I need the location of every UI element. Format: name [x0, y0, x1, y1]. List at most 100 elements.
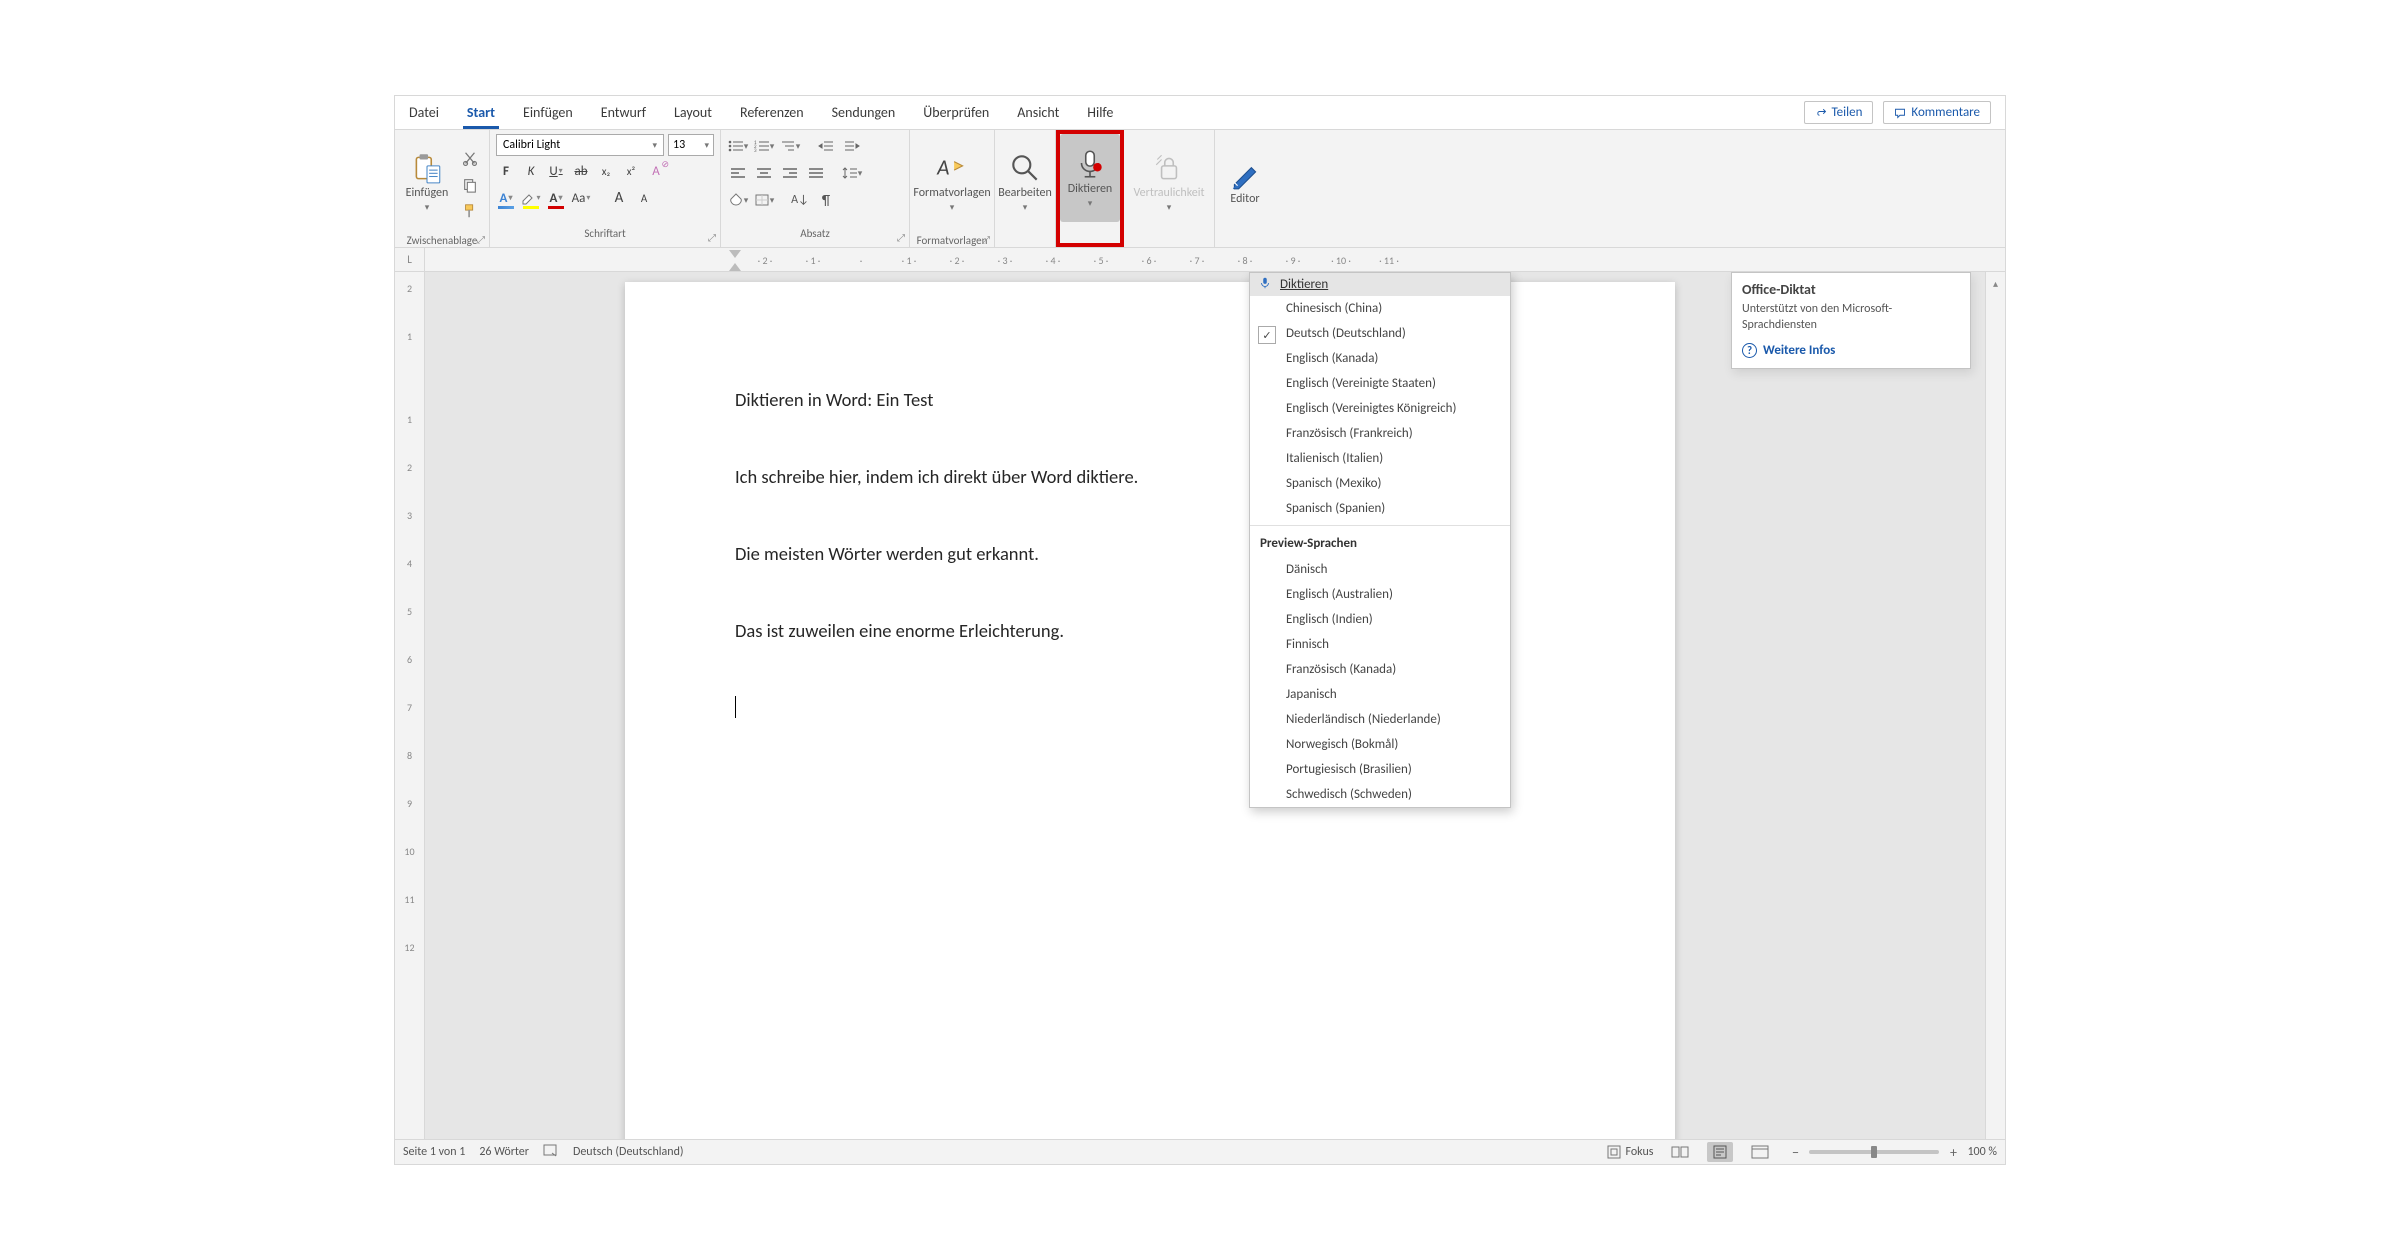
proofing-icon[interactable]: [543, 1143, 559, 1161]
lang-option[interactable]: Deutsch (Deutschland): [1250, 321, 1510, 346]
borders-button[interactable]: ▾: [753, 190, 775, 210]
shrink-font-button[interactable]: A: [634, 188, 654, 208]
vertical-scrollbar[interactable]: ▴: [1985, 272, 2005, 1139]
zoom-in-button[interactable]: +: [1945, 1144, 1961, 1161]
lang-option[interactable]: Englisch (Vereinigte Staaten): [1250, 371, 1510, 396]
lang-option[interactable]: Norwegisch (Bokmål): [1250, 732, 1510, 757]
dictate-menu-header[interactable]: Diktieren: [1250, 273, 1510, 296]
status-page[interactable]: Seite 1 von 1: [403, 1145, 465, 1159]
zoom-out-button[interactable]: −: [1787, 1144, 1803, 1161]
number-list-button[interactable]: 123▾: [753, 136, 775, 156]
page[interactable]: Diktieren in Word: Ein Test Ich schreibe…: [625, 282, 1675, 1139]
lang-option[interactable]: Niederländisch (Niederlande): [1250, 707, 1510, 732]
sort-button[interactable]: A↓: [789, 190, 811, 210]
ruler-row: L · 2 ·· 1 ··· 1 ·· 2 ·· 3 ·· 4 ·· 5 ·· …: [395, 248, 2005, 272]
align-right-button[interactable]: [779, 163, 801, 183]
align-center-button[interactable]: [753, 163, 775, 183]
group-sensitivity: Vertraulichkeit ▾: [1124, 130, 1215, 247]
line-spacing-button[interactable]: ▾: [841, 163, 863, 183]
group-font: Calibri Light▾ 13▾ F K U▾ ab x₂ x² A⊘ A▾…: [490, 130, 721, 247]
subscript-button[interactable]: x₂: [596, 161, 616, 181]
lang-option[interactable]: Französisch (Frankreich): [1250, 421, 1510, 446]
tab-start[interactable]: Start: [453, 96, 509, 129]
font-name-combo[interactable]: Calibri Light▾: [496, 134, 664, 156]
tab-referenzen[interactable]: Referenzen: [726, 96, 818, 129]
view-print-button[interactable]: [1707, 1142, 1733, 1162]
lang-option[interactable]: Chinesisch (China): [1250, 296, 1510, 321]
lang-option[interactable]: Finnisch: [1250, 632, 1510, 657]
underline-button[interactable]: U▾: [546, 161, 566, 181]
tab-row: DateiStartEinfügenEntwurfLayoutReferenze…: [395, 96, 2005, 130]
bold-button[interactable]: F: [496, 161, 516, 181]
lang-option[interactable]: Englisch (Australien): [1250, 582, 1510, 607]
indent-button[interactable]: [841, 136, 863, 156]
lang-option[interactable]: Spanisch (Mexiko): [1250, 471, 1510, 496]
strike-button[interactable]: ab: [571, 161, 591, 181]
lang-option[interactable]: Englisch (Kanada): [1250, 346, 1510, 371]
cut-icon[interactable]: [459, 149, 481, 169]
paste-button[interactable]: Einfügen ▾: [399, 134, 455, 230]
search-button[interactable]: Bearbeiten ▾: [998, 134, 1052, 230]
align-left-button[interactable]: [727, 163, 749, 183]
tab-layout[interactable]: Layout: [660, 96, 726, 129]
status-bar: Seite 1 von 1 26 Wörter Deutsch (Deutsch…: [395, 1139, 2005, 1164]
dictate-button[interactable]: Diktieren ▾: [1060, 134, 1120, 222]
sensitivity-button: Vertraulichkeit ▾: [1136, 134, 1202, 230]
lang-option[interactable]: Spanisch (Spanien): [1250, 496, 1510, 521]
show-marks-button[interactable]: ¶: [815, 190, 837, 210]
highlight-button[interactable]: ▾: [521, 188, 541, 208]
tab-hilfe[interactable]: Hilfe: [1073, 96, 1127, 129]
grow-font-button[interactable]: A: [609, 188, 629, 208]
multilevel-list-button[interactable]: ▾: [779, 136, 801, 156]
lang-option[interactable]: Italienisch (Italien): [1250, 446, 1510, 471]
status-words[interactable]: 26 Wörter: [479, 1145, 529, 1159]
change-case-button[interactable]: Aa▾: [571, 188, 591, 208]
vertical-ruler[interactable]: 21123456789101112: [395, 272, 425, 1139]
superscript-button[interactable]: x²: [621, 161, 641, 181]
horizontal-ruler[interactable]: · 2 ·· 1 ··· 1 ·· 2 ·· 3 ·· 4 ·· 5 ·· 6 …: [425, 248, 2005, 271]
outdent-button[interactable]: [815, 136, 837, 156]
font-size-combo[interactable]: 13▾: [668, 134, 714, 156]
zoom-value[interactable]: 100 %: [1967, 1145, 1997, 1159]
clear-format-button[interactable]: A⊘: [646, 161, 666, 181]
copy-icon[interactable]: [459, 175, 481, 195]
tab-entwurf[interactable]: Entwurf: [587, 96, 660, 129]
tab-einfügen[interactable]: Einfügen: [509, 96, 587, 129]
zoom-slider[interactable]: [1809, 1150, 1939, 1154]
text-effects-button[interactable]: A▾: [496, 188, 516, 208]
lang-option[interactable]: Dänisch: [1250, 557, 1510, 582]
tab-überprüfen[interactable]: Überprüfen: [909, 96, 1003, 129]
tab-ansicht[interactable]: Ansicht: [1003, 96, 1073, 129]
lang-option[interactable]: Französisch (Kanada): [1250, 657, 1510, 682]
comments-button[interactable]: Kommentare: [1883, 101, 1991, 124]
group-dictate: Diktieren ▾: [1056, 130, 1124, 247]
lang-option[interactable]: Englisch (Indien): [1250, 607, 1510, 632]
scroll-up-icon[interactable]: ▴: [1989, 276, 2003, 290]
more-info-link[interactable]: ?Weitere Infos: [1742, 343, 1960, 358]
styles-button[interactable]: A Formatvorlagen ▾: [919, 134, 985, 230]
group-edit: Bearbeiten ▾: [995, 130, 1056, 247]
tab-datei[interactable]: Datei: [395, 96, 453, 129]
view-read-button[interactable]: [1667, 1142, 1693, 1162]
lang-option[interactable]: Englisch (Vereinigtes Königreich): [1250, 396, 1510, 421]
tab-sendungen[interactable]: Sendungen: [818, 96, 910, 129]
font-color-button[interactable]: A▾: [546, 188, 566, 208]
ruler-corner: L: [395, 248, 425, 271]
lang-option[interactable]: Schwedisch (Schweden): [1250, 782, 1510, 807]
status-language[interactable]: Deutsch (Deutschland): [573, 1145, 684, 1159]
lang-option[interactable]: Japanisch: [1250, 682, 1510, 707]
share-button[interactable]: Teilen: [1804, 101, 1874, 124]
focus-mode[interactable]: Fokus: [1607, 1145, 1653, 1159]
lang-option[interactable]: Portugiesisch (Brasilien): [1250, 757, 1510, 782]
format-painter-icon[interactable]: [459, 201, 481, 221]
view-web-button[interactable]: [1747, 1142, 1773, 1162]
dictate-info-popout: Office-Diktat Unterstützt von den Micros…: [1731, 272, 1971, 369]
italic-button[interactable]: K: [521, 161, 541, 181]
bullet-list-button[interactable]: ▾: [727, 136, 749, 156]
group-clipboard: Einfügen ▾ Zwischenablage⤢: [395, 130, 490, 247]
shading-button[interactable]: ▾: [727, 190, 749, 210]
editor-button[interactable]: Editor: [1219, 134, 1271, 230]
document-canvas[interactable]: Diktieren in Word: Ein Test Ich schreibe…: [425, 272, 1985, 1139]
justify-button[interactable]: [805, 163, 827, 183]
dictate-dropdown: Diktieren Chinesisch (China)Deutsch (Deu…: [1249, 272, 1511, 808]
